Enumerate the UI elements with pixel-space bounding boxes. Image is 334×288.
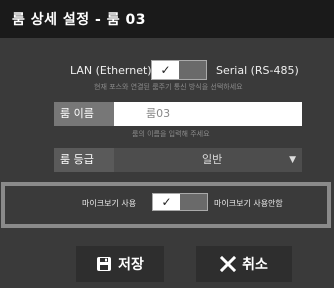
connection-toggle[interactable]: ✓ — [151, 60, 207, 80]
connection-hint: 현재 포스와 연결된 룸주기 통신 방식을 선택하세요 — [94, 83, 243, 91]
serial-label: Serial (RS-485) — [216, 64, 299, 77]
room-grade-label: 룸 등급 — [54, 148, 114, 172]
window-title: 룸 상세 설정 - 룸 03 — [12, 12, 146, 28]
lan-label: LAN (Ethernet) — [70, 64, 152, 77]
save-label: 저장 — [118, 257, 144, 273]
room-name-hint: 룸의 이름을 입력해 주세요 — [132, 130, 210, 138]
save-button[interactable]: 저장 — [76, 246, 164, 282]
check-icon: ✓ — [152, 61, 179, 79]
room-grade-value: 일반 — [202, 153, 223, 166]
cancel-label: 취소 — [242, 257, 268, 273]
title-bar: 룸 상세 설정 - 룸 03 — [0, 0, 334, 38]
room-grade-select[interactable]: 룸 등급 일반 ▼ — [54, 148, 302, 172]
mic-use-label: 마이크보기 사용 — [82, 199, 137, 208]
check-icon: ✓ — [153, 194, 180, 210]
floppy-icon — [96, 256, 112, 272]
room-name-value[interactable]: 룸03 — [146, 102, 170, 126]
dropdown-arrow-icon[interactable]: ▼ — [289, 148, 296, 172]
mic-unuse-label: 마이크보기 사용안함 — [214, 199, 283, 208]
x-icon — [220, 256, 237, 272]
room-name-field[interactable]: 룸 이름 룸03 — [54, 102, 302, 126]
cancel-button[interactable]: 취소 — [196, 246, 292, 282]
room-name-label: 룸 이름 — [54, 102, 114, 126]
mic-toggle[interactable]: ✓ — [152, 193, 208, 211]
